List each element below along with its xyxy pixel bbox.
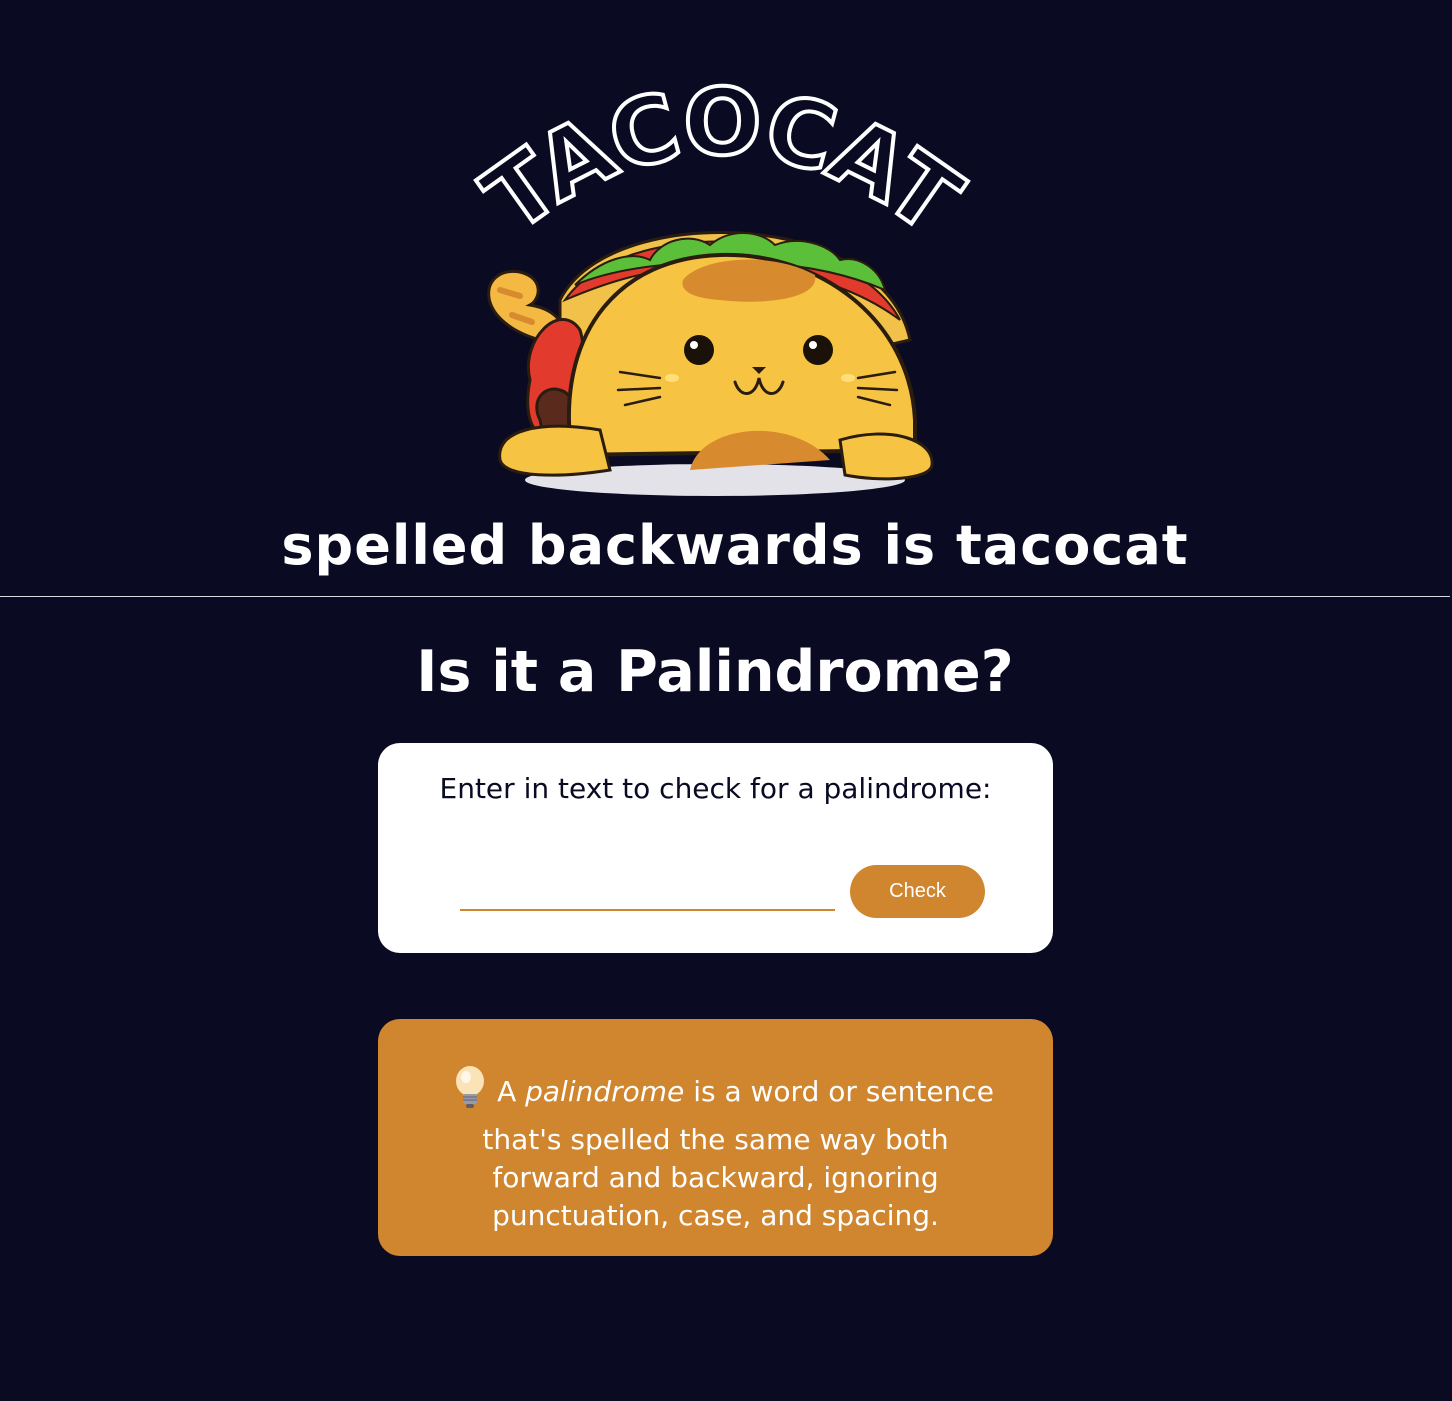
input-label: Enter in text to check for a palindrome:: [439, 772, 992, 805]
logo-wordmark: TACOCAT: [465, 69, 979, 255]
page-title: Is it a Palindrome?: [416, 639, 1014, 705]
definition-term: palindrome: [525, 1075, 685, 1108]
check-button[interactable]: Check: [850, 865, 985, 918]
palindrome-definition-box: A palindrome is a word or sentence that'…: [378, 1019, 1053, 1256]
text-input[interactable]: [460, 865, 835, 911]
header-divider: [0, 596, 1450, 597]
definition-line-2: that's spelled the same way both: [482, 1123, 949, 1156]
hero-banner: TACOCAT spelled backwards is tacocat: [0, 0, 1452, 597]
definition-text: A palindrome is a word or sentence that'…: [378, 1065, 1053, 1235]
palindrome-checker-card: Enter in text to check for a palindrome:…: [378, 743, 1053, 953]
tacocat-logo-image: TACOCAT spelled backwards is tacocat: [281, 67, 1188, 577]
page: TACOCAT spelled backwards is tacocat Is …: [0, 0, 1452, 1401]
definition-line-1: A palindrome is a word or sentence: [378, 1065, 1053, 1121]
logo-tagline: spelled backwards is tacocat: [281, 514, 1188, 577]
definition-line-4: punctuation, case, and spacing.: [492, 1199, 939, 1232]
lightbulb-icon: [453, 1065, 487, 1121]
definition-lead: A: [497, 1075, 517, 1108]
definition-line-3: forward and backward, ignoring: [492, 1161, 939, 1194]
definition-line-1-rest: is a word or sentence: [693, 1075, 994, 1108]
